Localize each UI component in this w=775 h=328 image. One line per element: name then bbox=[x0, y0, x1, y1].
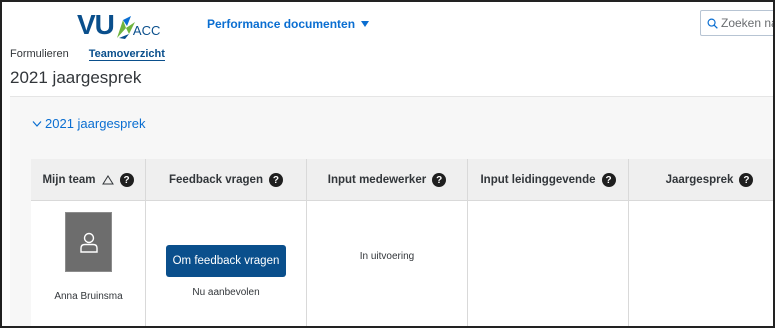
status-text: In uitvoering bbox=[359, 251, 415, 262]
column-header-label: Mijn team bbox=[42, 174, 96, 186]
sort-triangle-icon[interactable] bbox=[101, 175, 114, 185]
cell-jaargesprek bbox=[629, 201, 773, 326]
column-header-input-medewerker: Input medewerker ? bbox=[307, 159, 468, 201]
help-icon[interactable]: ? bbox=[432, 173, 447, 187]
performance-documents-menu[interactable]: Performance documenten bbox=[207, 17, 370, 31]
column-header-label: Jaargesprek bbox=[665, 174, 734, 186]
environment-label: ACC bbox=[132, 23, 161, 38]
request-feedback-button[interactable]: Om feedback vragen bbox=[166, 245, 286, 277]
table-row: Anna Bruinsma Om feedback vragen Nu aanb… bbox=[31, 201, 773, 326]
chevron-down-icon bbox=[32, 120, 42, 127]
help-icon[interactable]: ? bbox=[739, 173, 754, 187]
cell-input-medewerker[interactable]: In uitvoering bbox=[307, 201, 468, 326]
tab-teamoverzicht[interactable]: Teamoverzicht bbox=[88, 48, 165, 61]
help-icon[interactable]: ? bbox=[268, 173, 283, 187]
section-title: 2021 jaargesprek bbox=[45, 116, 146, 131]
griffin-logo-icon bbox=[115, 14, 137, 40]
page-title: 2021 jaargesprek bbox=[10, 68, 142, 87]
cell-feedback: Om feedback vragen Nu aanbevolen bbox=[146, 201, 307, 326]
column-header-input-leidinggevende: Input leidinggevende ? bbox=[468, 159, 629, 201]
help-icon[interactable]: ? bbox=[119, 173, 134, 187]
content-panel: 2021 jaargesprek Mijn team ? Feedback vr… bbox=[10, 96, 773, 326]
search-icon bbox=[707, 18, 718, 29]
feedback-recommendation: Nu aanbevolen bbox=[192, 287, 260, 298]
column-header-jaargesprek: Jaargesprek ? bbox=[629, 159, 773, 201]
nav-tabs: Formulieren Teamoverzicht bbox=[10, 48, 165, 61]
member-name[interactable]: Anna Bruinsma bbox=[31, 291, 146, 302]
avatar[interactable] bbox=[65, 212, 112, 272]
section-toggle[interactable]: 2021 jaargesprek bbox=[32, 116, 145, 131]
column-header-label: Input leidinggevende bbox=[480, 174, 596, 186]
column-header-label: Input medewerker bbox=[327, 174, 427, 186]
column-header-mijn-team[interactable]: Mijn team ? bbox=[31, 159, 146, 201]
column-header-label: Feedback vragen bbox=[169, 174, 263, 186]
cell-team-member: Anna Bruinsma bbox=[31, 201, 146, 326]
cell-input-leidinggevende bbox=[468, 201, 629, 326]
vu-logo[interactable]: VU ACC bbox=[77, 10, 160, 40]
table-header-row: Mijn team ? Feedback vragen ? Input mede… bbox=[31, 159, 773, 201]
app-header: VU ACC Performance documenten Zoeken naa… bbox=[2, 2, 773, 70]
user-icon bbox=[79, 232, 98, 253]
tab-formulieren[interactable]: Formulieren bbox=[10, 48, 69, 61]
app-frame: VU ACC Performance documenten Zoeken naa… bbox=[0, 0, 775, 328]
search-field[interactable] bbox=[700, 10, 773, 36]
caret-down-icon bbox=[361, 21, 370, 27]
search-input[interactable] bbox=[721, 16, 773, 30]
column-header-feedback-vragen: Feedback vragen ? bbox=[146, 159, 307, 201]
logo-text: VU bbox=[77, 9, 115, 40]
performance-documents-label: Performance documenten bbox=[207, 17, 356, 31]
help-icon[interactable]: ? bbox=[601, 173, 616, 187]
